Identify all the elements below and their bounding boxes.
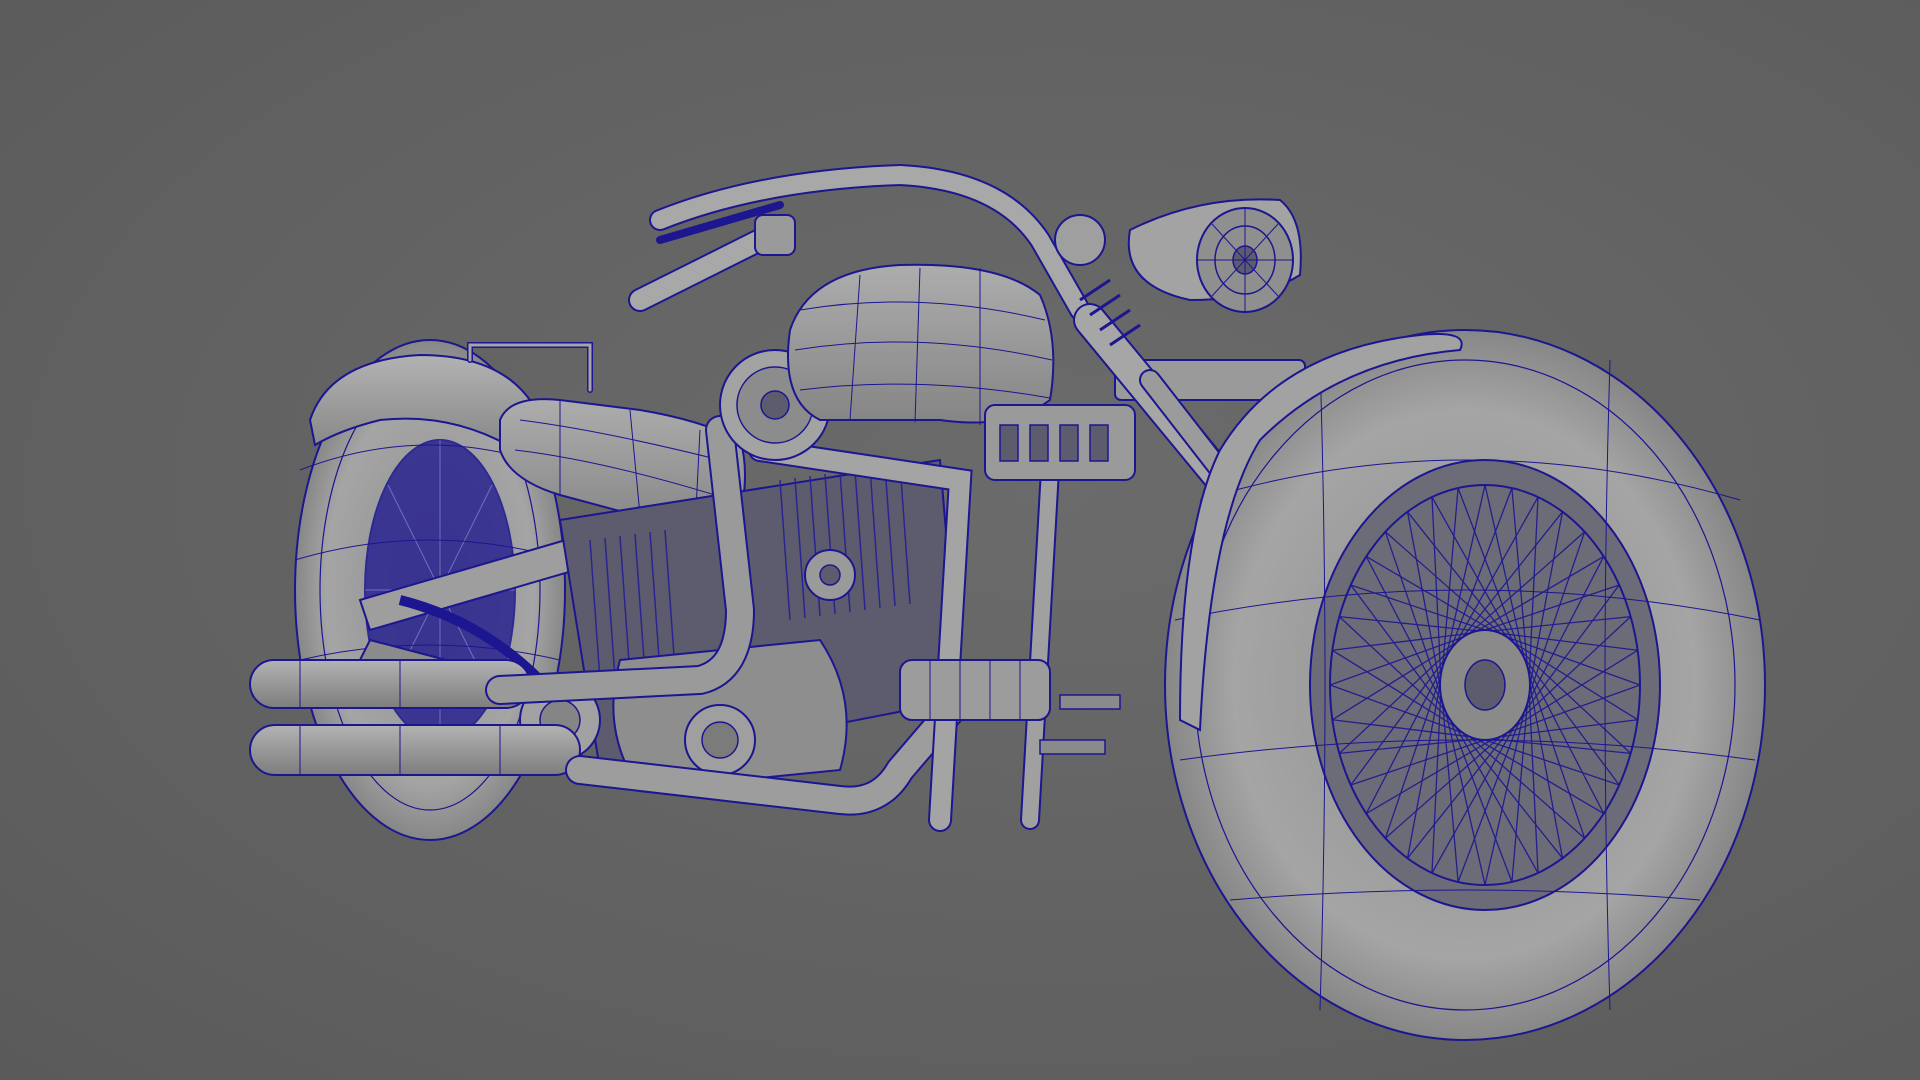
- headlight: [1054, 198, 1302, 313]
- 3d-viewport[interactable]: [0, 0, 1920, 1080]
- motorcycle-model: [249, 163, 1766, 1041]
